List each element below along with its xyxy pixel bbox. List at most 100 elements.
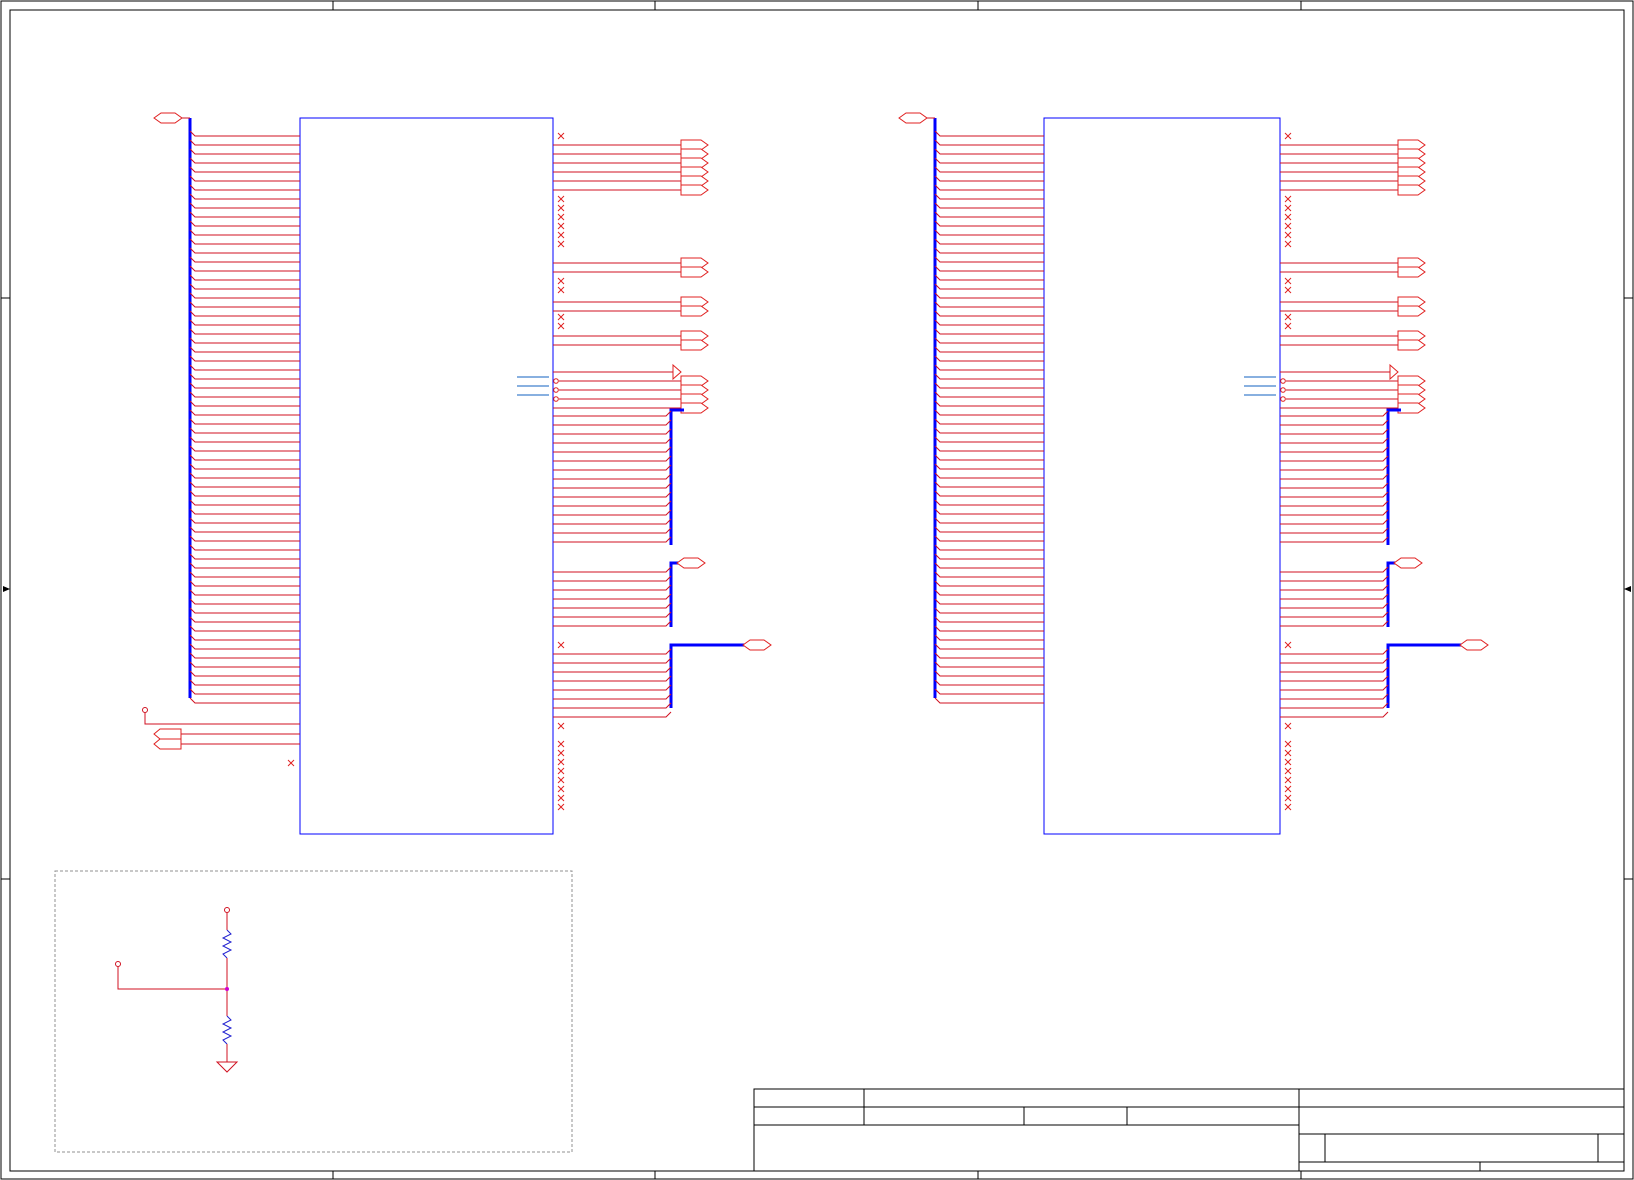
pin-wire bbox=[189, 337, 300, 344]
pin-wire bbox=[934, 499, 1044, 506]
pin-wire bbox=[189, 463, 300, 470]
pin-wire bbox=[1280, 657, 1389, 664]
pin-wire bbox=[553, 620, 672, 627]
pin-wire bbox=[553, 575, 672, 582]
pin-dot-icon bbox=[1280, 387, 1286, 393]
pin-wire bbox=[189, 472, 300, 479]
pin-wire bbox=[934, 616, 1044, 623]
pin-wire bbox=[189, 301, 300, 308]
pin-wire bbox=[934, 274, 1044, 281]
no-connect-icon bbox=[557, 240, 565, 248]
pin-wire bbox=[934, 688, 1044, 695]
pin-wire bbox=[189, 616, 300, 623]
pin-wire bbox=[934, 490, 1044, 497]
pin-wire bbox=[553, 482, 672, 489]
part-right-wiring bbox=[898, 112, 1489, 811]
schematic-sheet bbox=[0, 0, 1634, 1180]
pin-wire bbox=[553, 419, 672, 426]
pin-wire bbox=[934, 265, 1044, 272]
net-port-icon bbox=[676, 557, 706, 569]
pin-wire bbox=[934, 301, 1044, 308]
pin-wire bbox=[934, 220, 1044, 227]
pin-wire bbox=[189, 391, 300, 398]
pin-wire bbox=[1280, 482, 1389, 489]
pin-wire bbox=[553, 455, 672, 462]
no-connect-icon bbox=[1284, 794, 1292, 802]
pin-wire bbox=[189, 652, 300, 659]
component-right-body[interactable] bbox=[1043, 117, 1281, 835]
pin-wire bbox=[189, 607, 300, 614]
net-port-icon bbox=[1397, 339, 1426, 351]
pin-wire bbox=[934, 526, 1044, 533]
pin-wire bbox=[189, 130, 300, 137]
pin-wire bbox=[934, 445, 1044, 452]
net-port-icon bbox=[1397, 184, 1426, 196]
no-connect-icon bbox=[557, 322, 565, 330]
pin-wire bbox=[1280, 518, 1389, 525]
pin-wire bbox=[934, 589, 1044, 596]
pin-wire bbox=[553, 446, 672, 453]
pin-wire bbox=[553, 711, 672, 718]
pin-wire bbox=[189, 535, 300, 542]
pin-wire bbox=[934, 364, 1044, 371]
pin-wire bbox=[1280, 611, 1389, 618]
pin-wire bbox=[553, 491, 672, 498]
pin-wire bbox=[934, 175, 1044, 182]
buffer-icon bbox=[672, 363, 682, 381]
pin-wire bbox=[934, 310, 1044, 317]
junction-dot bbox=[225, 987, 229, 991]
pin-wire bbox=[189, 373, 300, 380]
pin-wire bbox=[553, 473, 672, 480]
no-connect-icon bbox=[1284, 767, 1292, 775]
no-connect-icon bbox=[1284, 722, 1292, 730]
pin-wire bbox=[934, 166, 1044, 173]
right-bus-a bbox=[1386, 408, 1401, 545]
pin-wire bbox=[189, 679, 300, 686]
pin-wire bbox=[553, 602, 672, 609]
pin-wire bbox=[934, 598, 1044, 605]
title-block bbox=[753, 1088, 1625, 1172]
pin-wire bbox=[934, 562, 1044, 569]
pin-wire bbox=[553, 648, 672, 655]
pin-wire bbox=[189, 598, 300, 605]
pin-wire bbox=[189, 553, 300, 560]
pin-dot-icon bbox=[1280, 378, 1286, 384]
pin-wire bbox=[189, 436, 300, 443]
pin-wire bbox=[553, 437, 672, 444]
component-left-body[interactable] bbox=[299, 117, 554, 835]
pin-wire bbox=[189, 283, 300, 290]
pin-wire bbox=[189, 418, 300, 425]
no-connect-icon bbox=[557, 222, 565, 230]
pin-wire bbox=[189, 508, 300, 515]
pin-wire bbox=[189, 400, 300, 407]
pin-wire bbox=[934, 508, 1044, 515]
pin-wire bbox=[934, 427, 1044, 434]
pin-wire bbox=[1280, 428, 1389, 435]
pin-wire bbox=[553, 611, 672, 618]
right-bus-a bbox=[669, 408, 684, 545]
pin-wire bbox=[189, 661, 300, 668]
no-connect-icon bbox=[557, 231, 565, 239]
pin-wire bbox=[934, 139, 1044, 146]
no-connect-icon bbox=[557, 132, 565, 140]
pin-wire bbox=[189, 409, 300, 416]
pin-wire bbox=[934, 697, 1044, 704]
pin-wire bbox=[934, 463, 1044, 470]
right-bus-b bbox=[669, 561, 679, 627]
pin-wire bbox=[189, 139, 300, 146]
net-port-icon bbox=[1459, 639, 1489, 651]
pin-wire bbox=[934, 382, 1044, 389]
resistor-bottom-icon bbox=[221, 1015, 233, 1045]
pin-wire bbox=[189, 364, 300, 371]
pin-dot-icon bbox=[553, 378, 559, 384]
no-connect-icon bbox=[557, 758, 565, 766]
pin-wire bbox=[934, 652, 1044, 659]
pin-wire bbox=[934, 472, 1044, 479]
pin-wire bbox=[1280, 410, 1389, 417]
pin-wire bbox=[553, 593, 672, 600]
pin-wire bbox=[934, 238, 1044, 245]
pin-wire bbox=[934, 346, 1044, 353]
pin-wire bbox=[1280, 575, 1389, 582]
pin-wire bbox=[189, 634, 300, 641]
pin-wire bbox=[934, 517, 1044, 524]
